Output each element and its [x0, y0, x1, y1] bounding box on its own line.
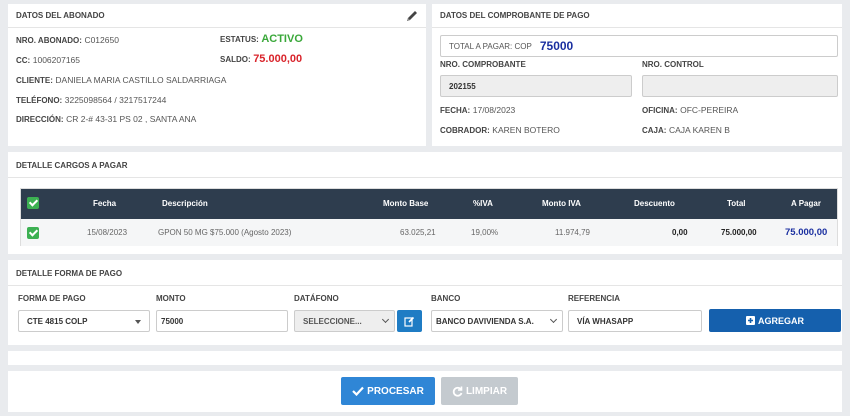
cell-monto-base: 63.025,21 [400, 228, 436, 237]
forma-pago-panel: DETALLE FORMA DE PAGO FORMA DE PAGO MONT… [8, 260, 842, 345]
limpiar-button[interactable]: LIMPIAR [441, 377, 518, 405]
forma-pago-title: DETALLE FORMA DE PAGO [16, 269, 123, 278]
saldo-value: 75.000,00 [253, 53, 303, 65]
table-header: Fecha Descripción Monto Base %IVA Monto … [21, 189, 837, 219]
cell-descuento: 0,00 [672, 228, 688, 237]
caja-value: CAJA KAREN B [668, 125, 730, 135]
referencia-label: REFERENCIA [568, 294, 621, 303]
check-icon [352, 386, 364, 396]
nro-control-label: NRO. CONTROL [642, 60, 704, 69]
edit-datafono-button[interactable] [397, 310, 422, 332]
chevron-down-icon [381, 315, 390, 324]
header-monto-iva: Monto IVA [542, 199, 581, 208]
nro-comprobante-field[interactable]: 202155 [440, 75, 632, 97]
nro-comprobante-label: NRO. COMPROBANTE [440, 60, 526, 69]
telefono: TELÉFONO: 3225098564 / 3217517244 [16, 95, 167, 105]
cell-descripcion: GPON 50 MG $75.000 (Agosto 2023) [158, 228, 292, 237]
header-descripcion: Descripción [162, 199, 208, 208]
pencil-icon[interactable] [405, 9, 419, 23]
telefono-value: 3225098564 / 3217517244 [64, 95, 167, 105]
cargos-title: DETALLE CARGOS A PAGAR [16, 161, 128, 170]
separator-strip [8, 351, 842, 365]
forma-pago-select[interactable]: CTE 4815 COLP [18, 310, 150, 332]
caja: CAJA: CAJA KAREN B [642, 125, 730, 135]
nro-abonado: NRO. ABONADO: C012650 [16, 35, 119, 45]
fecha: FECHA: 17/08/2023 [440, 105, 516, 115]
nro-control-field[interactable] [642, 75, 838, 97]
chevron-down-icon [549, 315, 558, 324]
abonado-panel: DATOS DEL ABONADO NRO. ABONADO: C012650 … [8, 4, 426, 146]
select-all-checkbox-icon[interactable] [27, 197, 39, 209]
header-iva: %IVA [473, 199, 493, 208]
oficina: OFICINA: OFC-PEREIRA [642, 105, 739, 115]
estatus-value: ACTIVO [261, 33, 303, 45]
cliente: CLIENTE: DANIELA MARIA CASTILLO SALDARRI… [16, 75, 227, 85]
cargos-panel: DETALLE CARGOS A PAGAR Fecha Descripción… [8, 152, 842, 254]
cobrador-value: KAREN BOTERO [492, 125, 560, 135]
chevron-down-icon [135, 320, 141, 324]
cell-fecha: 15/08/2023 [87, 228, 128, 237]
total-a-pagar-value: 75000 [539, 39, 574, 53]
cc: CC: 1006207165 [16, 55, 81, 65]
table-row[interactable]: 15/08/2023 GPON 50 MG $75.000 (Agosto 20… [21, 219, 837, 246]
cell-total: 75.000,00 [721, 228, 757, 237]
banco-label: BANCO [431, 294, 461, 303]
actions-panel: PROCESAR LIMPIAR [8, 371, 842, 412]
referencia-input[interactable]: VÍA WHASAPP [568, 310, 702, 332]
monto-input[interactable]: 75000 [156, 310, 288, 332]
direccion: DIRECCIÓN: CR 2-# 43-31 PS 02 , SANTA AN… [16, 114, 197, 124]
header-monto-base: Monto Base [383, 199, 429, 208]
cargos-table: Fecha Descripción Monto Base %IVA Monto … [20, 188, 838, 246]
direccion-value: CR 2-# 43-31 PS 02 , SANTA ANA [66, 114, 197, 124]
header-fecha: Fecha [93, 199, 117, 208]
estatus: ESTATUS: ACTIVO [220, 33, 303, 45]
edit-icon [404, 316, 415, 327]
cobrador: COBRADOR: KAREN BOTERO [440, 125, 560, 135]
cc-value: 1006207165 [32, 55, 81, 65]
cell-monto-iva: 11.974,79 [555, 228, 590, 237]
fecha-value: 17/08/2023 [472, 105, 516, 115]
header-total: Total [727, 199, 746, 208]
datafono-select[interactable]: SELECCIONE... [294, 310, 395, 332]
row-checkbox-icon[interactable] [27, 227, 39, 239]
saldo: SALDO: 75.000,00 [220, 53, 303, 65]
header-descuento: Descuento [634, 199, 675, 208]
procesar-button[interactable]: PROCESAR [341, 377, 435, 405]
banco-select[interactable]: BANCO DAVIVIENDA S.A. [431, 310, 563, 332]
agregar-button[interactable]: AGREGAR [709, 309, 841, 332]
comprobante-title: DATOS DEL COMPROBANTE DE PAGO [440, 11, 590, 20]
nro-abonado-value: C012650 [84, 35, 119, 45]
header-a-pagar: A Pagar [791, 199, 821, 208]
comprobante-panel: DATOS DEL COMPROBANTE DE PAGO TOTAL A PA… [432, 4, 842, 146]
monto-label: MONTO [156, 294, 186, 303]
plus-square-icon [745, 316, 755, 325]
cell-a-pagar: 75.000,00 [785, 227, 828, 238]
cell-iva: 19,00% [471, 228, 499, 237]
abonado-title: DATOS DEL ABONADO [16, 11, 105, 20]
forma-pago-label: FORMA DE PAGO [18, 294, 86, 303]
cliente-value: DANIELA MARIA CASTILLO SALDARRIAGA [55, 75, 227, 85]
total-a-pagar-field: TOTAL A PAGAR: COP 75000 [440, 35, 838, 57]
refresh-icon [452, 386, 463, 397]
oficina-value: OFC-PEREIRA [680, 105, 739, 115]
datafono-label: DATÁFONO [294, 294, 339, 303]
